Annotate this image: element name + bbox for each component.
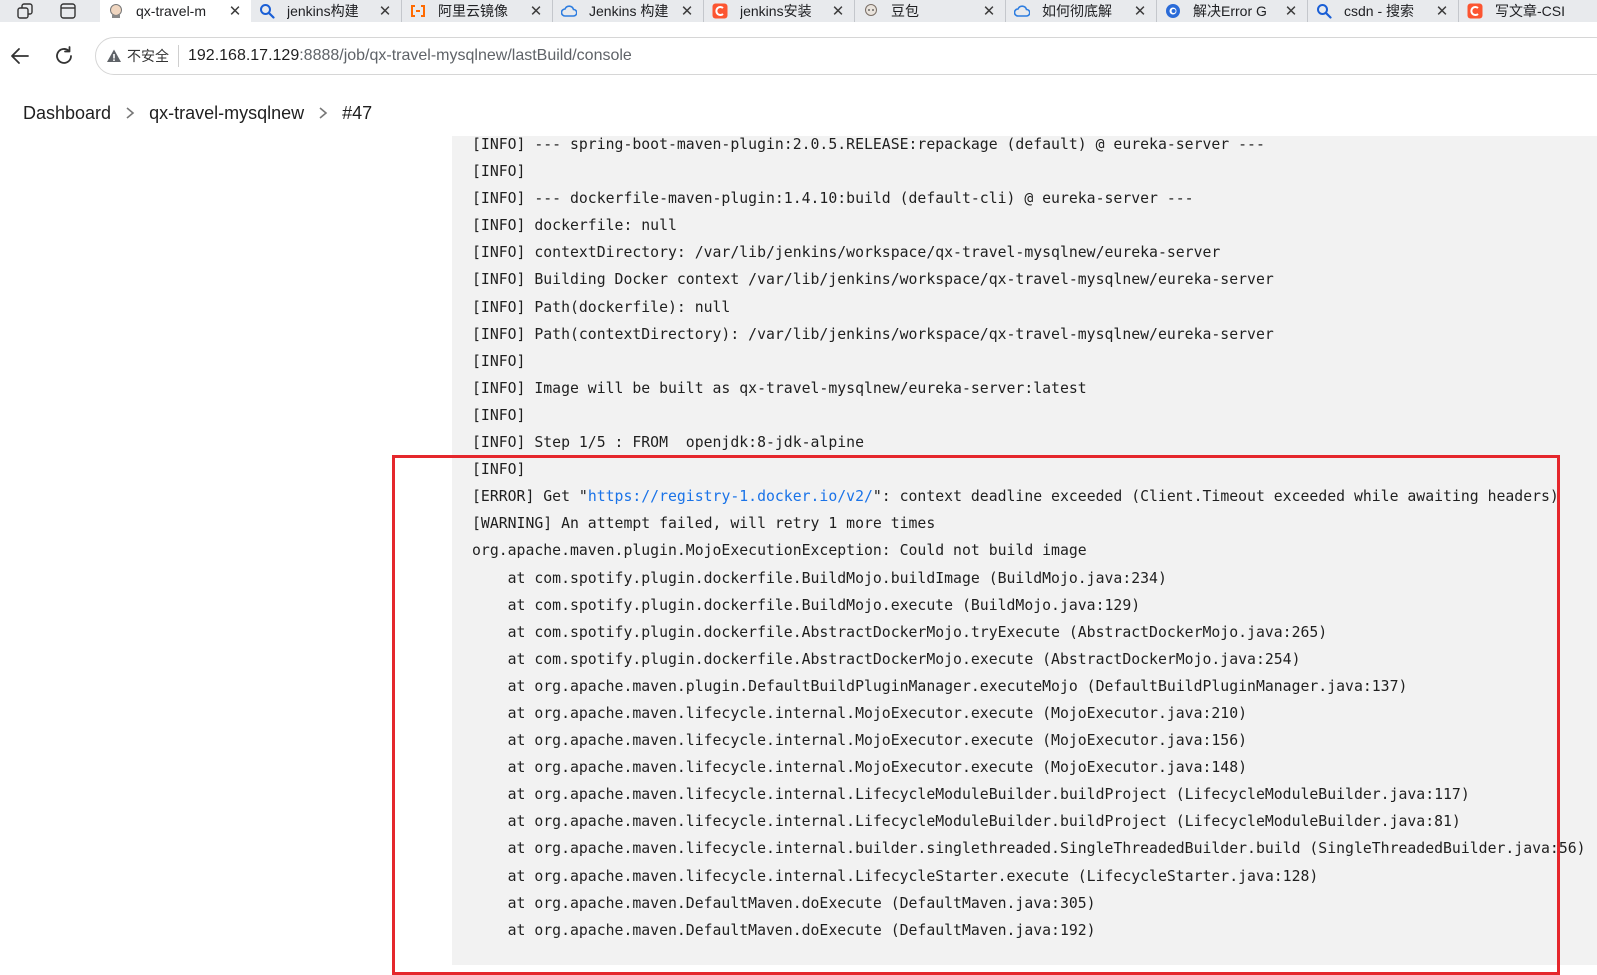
- browser-tab[interactable]: jenkins安装 ✕: [704, 0, 855, 22]
- console-line: [INFO] Step 1/5 : FROM openjdk:8-jdk-alp…: [472, 434, 864, 452]
- breadcrumb-job-link[interactable]: qx-travel-mysqlnew: [149, 103, 304, 124]
- search-icon: [1316, 3, 1332, 19]
- reload-icon: [56, 46, 72, 64]
- side-panel: [0, 136, 452, 965]
- console-line: [INFO]: [472, 461, 526, 479]
- breadcrumb-build-link[interactable]: #47: [342, 103, 372, 124]
- aliyun-icon: [410, 3, 426, 19]
- breadcrumb-dashboard-link[interactable]: Dashboard: [23, 103, 111, 124]
- close-tab-icon[interactable]: ✕: [1434, 2, 1450, 20]
- console-line: at com.spotify.plugin.dockerfile.BuildMo…: [472, 569, 1167, 587]
- warning-icon: [107, 49, 121, 62]
- console-line: at org.apache.maven.lifecycle.internal.M…: [472, 732, 1248, 750]
- console-line: at org.apache.maven.DefaultMaven.doExecu…: [472, 921, 1096, 939]
- url-text[interactable]: 192.168.17.129:8888/job/qx-travel-mysqln…: [188, 47, 632, 65]
- tab-title: 阿里云镜像: [438, 3, 508, 19]
- browser-tab[interactable]: 豆包 ✕: [855, 0, 1006, 22]
- console-line: org.apache.maven.plugin.MojoExecutionExc…: [472, 542, 1087, 560]
- browser-tab-strip: qx-travel-m ✕ jenkins构建 ✕ 阿里云镜像 ✕ Jenkins 构建 ✕ j…: [0, 0, 1597, 22]
- tab-title: qx-travel-m: [136, 3, 207, 19]
- search-icon: [259, 3, 275, 19]
- console-line: at org.apache.maven.lifecycle.internal.L…: [472, 813, 1461, 831]
- console-line: [INFO] Building Docker context /var/lib/…: [472, 271, 1274, 289]
- workspaces-icon: [17, 3, 33, 19]
- console-line: [INFO] Path(dockerfile): null: [472, 298, 731, 316]
- jenkins-icon: [108, 3, 124, 19]
- browser-tab[interactable]: csdn - 搜索 ✕: [1308, 0, 1459, 22]
- console-line: [INFO] dockerfile: null: [472, 217, 677, 235]
- tab-title: 如何彻底解: [1042, 3, 1112, 19]
- console-line: at org.apache.maven.DefaultMaven.doExecu…: [472, 894, 1096, 912]
- console-line: [INFO] --- spring-boot-maven-plugin:2.0.…: [472, 136, 1265, 153]
- browser-tab[interactable]: jenkins构建 ✕: [251, 0, 402, 22]
- browser-tab[interactable]: 如何彻底解 ✕: [1006, 0, 1157, 22]
- close-tab-icon[interactable]: ✕: [981, 2, 997, 20]
- error-suffix: ": context deadline exceeded (Client.Tim…: [872, 488, 1559, 506]
- breadcrumb: Dashboard qx-travel-mysqlnew #47: [0, 90, 1597, 136]
- console-line: at org.apache.maven.lifecycle.internal.M…: [472, 704, 1248, 722]
- tab-title: 豆包: [891, 3, 919, 19]
- console-line: [INFO] --- dockerfile-maven-plugin:1.4.1…: [472, 190, 1194, 208]
- browser-tab[interactable]: 解决Error G ✕: [1157, 0, 1308, 22]
- browser-tab[interactable]: Jenkins 构建 ✕: [553, 0, 704, 22]
- tab-title: 写文章-CSI: [1495, 3, 1565, 19]
- csdn-icon: [1467, 3, 1483, 19]
- address-divider: [178, 45, 179, 67]
- cloud-icon: [1014, 3, 1030, 19]
- vertical-tabs-button[interactable]: [53, 0, 83, 22]
- tab-title: csdn - 搜索: [1344, 3, 1415, 19]
- url-host: 192.168.17.129: [188, 47, 300, 64]
- doubao-icon: [863, 3, 879, 19]
- console-line: [INFO]: [472, 352, 526, 370]
- close-tab-icon[interactable]: ✕: [1283, 2, 1299, 20]
- console-line: at org.apache.maven.lifecycle.internal.b…: [472, 840, 1586, 858]
- browser-tab[interactable]: qx-travel-m ✕: [100, 0, 251, 22]
- address-bar[interactable]: 不安全 192.168.17.129:8888/job/qx-travel-my…: [95, 37, 1597, 75]
- edge-icon: [1165, 3, 1181, 19]
- close-tab-icon[interactable]: ✕: [227, 2, 243, 20]
- console-line: at com.spotify.plugin.dockerfile.BuildMo…: [472, 596, 1141, 614]
- tab-title: Jenkins 构建: [589, 3, 669, 19]
- console-line: [INFO]: [472, 163, 526, 181]
- error-prefix: [ERROR] Get ": [472, 488, 588, 506]
- tab-title: 解决Error G: [1193, 3, 1267, 19]
- back-arrow-icon: [11, 48, 29, 64]
- cloud-icon: [561, 3, 577, 19]
- tab-actions-icon: [60, 3, 76, 19]
- close-tab-icon[interactable]: ✕: [1132, 2, 1148, 20]
- console-error-line: [ERROR] Get "https://registry-1.docker.i…: [472, 483, 1586, 510]
- csdn-icon: [712, 3, 728, 19]
- close-tab-icon[interactable]: ✕: [377, 2, 393, 20]
- console-line: at org.apache.maven.lifecycle.internal.L…: [472, 786, 1470, 804]
- close-tab-icon[interactable]: ✕: [830, 2, 846, 20]
- tab-title: jenkins构建: [287, 3, 359, 19]
- console-line: [INFO]: [472, 406, 526, 424]
- console-line: [INFO] Image will be built as qx-travel-…: [472, 379, 1087, 397]
- browser-toolbar: 不安全 192.168.17.129:8888/job/qx-travel-my…: [0, 22, 1597, 90]
- url-path: :8888/job/qx-travel-mysqlnew/lastBuild/c…: [299, 47, 632, 64]
- console-line: at org.apache.maven.lifecycle.internal.M…: [472, 759, 1248, 777]
- chevron-right-icon: [125, 106, 135, 120]
- console-line: at org.apache.maven.plugin.DefaultBuildP…: [472, 677, 1408, 695]
- reload-button[interactable]: [50, 42, 78, 70]
- console-line: [INFO] Path(contextDirectory): /var/lib/…: [472, 325, 1274, 343]
- security-label: 不安全: [127, 48, 169, 64]
- console-line: at org.apache.maven.lifecycle.internal.L…: [472, 867, 1319, 885]
- console-line: [WARNING] An attempt failed, will retry …: [472, 515, 936, 533]
- registry-url-link[interactable]: https://registry-1.docker.io/v2/: [588, 488, 873, 505]
- back-button[interactable]: [6, 42, 34, 70]
- close-tab-icon[interactable]: ✕: [528, 2, 544, 20]
- workspaces-button[interactable]: [10, 0, 40, 22]
- console-line: at com.spotify.plugin.dockerfile.Abstrac…: [472, 623, 1328, 641]
- console-text: [INFO] --- spring-boot-maven-plugin:2.0.…: [472, 136, 1586, 944]
- browser-tab[interactable]: 写文章-CSI: [1459, 0, 1597, 22]
- console-line: at com.spotify.plugin.dockerfile.Abstrac…: [472, 650, 1301, 668]
- close-tab-icon[interactable]: ✕: [679, 2, 695, 20]
- browser-tab[interactable]: 阿里云镜像 ✕: [402, 0, 553, 22]
- site-security-indicator[interactable]: 不安全: [106, 46, 169, 66]
- chevron-right-icon: [318, 106, 328, 120]
- console-line: [INFO] contextDirectory: /var/lib/jenkin…: [472, 244, 1221, 262]
- console-output: [INFO] --- spring-boot-maven-plugin:2.0.…: [452, 136, 1597, 965]
- tab-title: jenkins安装: [740, 3, 812, 19]
